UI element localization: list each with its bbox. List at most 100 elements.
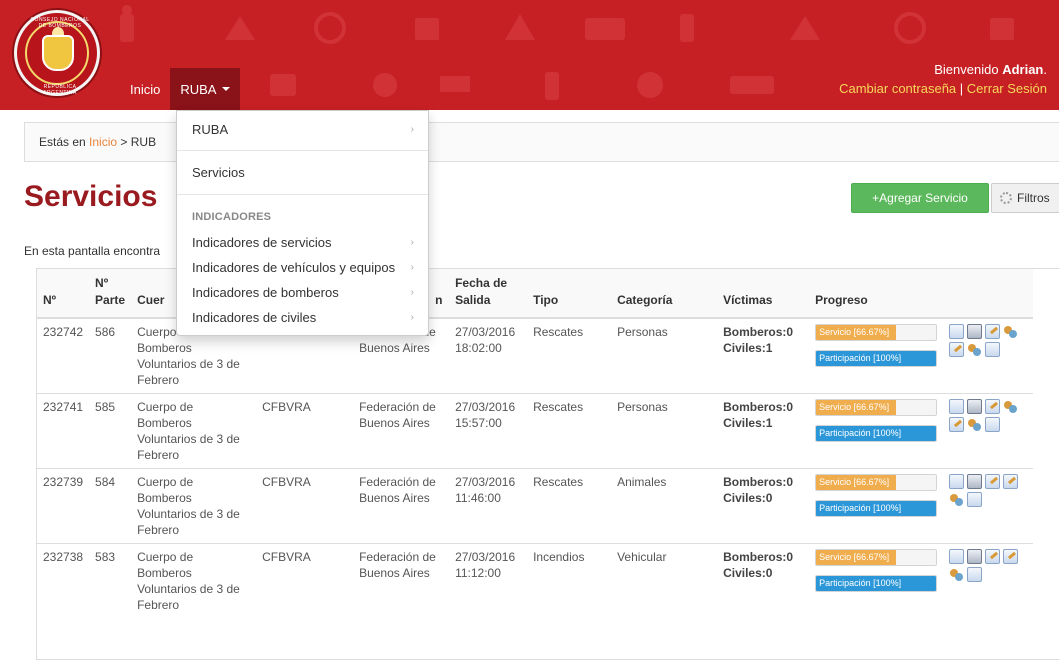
edit-report-icon[interactable] xyxy=(1003,474,1019,489)
participation-progress-fill: Participación [100%] xyxy=(816,501,937,516)
edit-icon[interactable] xyxy=(985,474,1001,489)
filters-button[interactable]: Filtros xyxy=(991,183,1059,213)
cell-parte: 586 xyxy=(89,317,132,394)
col-num[interactable]: Nº xyxy=(37,269,90,319)
cell-civiles: Civiles:0 xyxy=(723,566,773,580)
users-icon[interactable] xyxy=(1003,324,1018,339)
add-service-button[interactable]: +Agregar Servicio xyxy=(851,183,989,213)
chevron-right-icon: › xyxy=(410,237,414,248)
cell-victimas: Bomberos:0 Civiles:1 xyxy=(717,317,810,394)
menu-item-indicadores-civiles[interactable]: Indicadores de civiles › xyxy=(177,307,428,329)
edit-report-icon[interactable] xyxy=(949,342,965,357)
document-icon[interactable] xyxy=(967,567,983,582)
account-links: Cambiar contraseña | Cerrar Sesión xyxy=(839,81,1047,96)
menu-divider xyxy=(177,194,428,195)
cell-progreso: Servicio [66.67%] Participación [100%] xyxy=(809,317,944,394)
menu-item-label: Indicadores de bomberos xyxy=(192,285,339,300)
menu-item-servicios[interactable]: Servicios xyxy=(177,162,428,184)
logout-link[interactable]: Cerrar Sesión xyxy=(967,81,1047,96)
document-icon[interactable] xyxy=(967,492,983,507)
cell-parte: 584 xyxy=(89,468,132,544)
cell-categoria: Animales xyxy=(611,468,718,544)
cell-fecha: 27/03/2016 11:12:00 xyxy=(449,543,528,618)
participation-progress-fill: Participación [100%] xyxy=(816,351,937,366)
users-icon[interactable] xyxy=(1003,399,1018,414)
view-icon[interactable] xyxy=(949,474,965,489)
action-icons xyxy=(949,324,1021,357)
page-title: Servicios xyxy=(24,180,158,213)
logo-text-bottom: REPÚBLICA ARGENTINA xyxy=(43,84,77,96)
cell-categoria: Personas xyxy=(611,317,718,394)
document-icon[interactable] xyxy=(985,342,1001,357)
print-icon[interactable] xyxy=(967,549,983,564)
menu-item-indicadores-servicios[interactable]: Indicadores de servicios › xyxy=(177,232,428,254)
people-icon[interactable] xyxy=(967,417,982,432)
chevron-right-icon: › xyxy=(410,124,414,135)
nav-home[interactable]: Inicio xyxy=(124,68,166,110)
cell-civiles: Civiles:1 xyxy=(723,341,773,355)
print-icon[interactable] xyxy=(967,474,983,489)
col-parte[interactable]: Nº Parte xyxy=(89,269,132,319)
col-tipo[interactable]: Tipo xyxy=(527,269,612,319)
edit-report-icon[interactable] xyxy=(1003,549,1019,564)
view-icon[interactable] xyxy=(949,324,965,339)
col-victimas[interactable]: Víctimas xyxy=(717,269,810,319)
print-icon[interactable] xyxy=(967,399,983,414)
participation-progress-bar: Participación [100%] xyxy=(815,500,938,517)
service-progress-fill: Servicio [66.67%] xyxy=(816,475,897,490)
menu-item-label: Indicadores de civiles xyxy=(192,310,317,325)
people-icon[interactable] xyxy=(949,567,964,582)
cell-victimas: Bomberos:0 Civiles:0 xyxy=(717,468,810,544)
cell-fecha-time: 11:46:00 xyxy=(455,491,501,505)
view-icon[interactable] xyxy=(949,549,965,564)
participation-progress-fill: Participación [100%] xyxy=(816,576,937,591)
chevron-right-icon: › xyxy=(410,262,414,273)
cell-progreso: Servicio [66.67%] Participación [100%] xyxy=(809,468,944,544)
cell-fecha-date: 27/03/2016 xyxy=(455,400,516,414)
cell-parte: 583 xyxy=(89,543,132,618)
menu-item-ruba[interactable]: RUBA › xyxy=(177,119,428,141)
edit-icon[interactable] xyxy=(985,324,1001,339)
people-icon[interactable] xyxy=(967,342,982,357)
col-categoria[interactable]: Categoría xyxy=(611,269,718,319)
col-actions xyxy=(943,269,1034,319)
edit-icon[interactable] xyxy=(985,549,1001,564)
breadcrumb-current: RUB xyxy=(130,135,157,149)
col-progreso[interactable]: Progreso xyxy=(809,269,944,319)
document-icon[interactable] xyxy=(985,417,1001,432)
menu-item-indicadores-vehiculos[interactable]: Indicadores de vehículos y equipos › xyxy=(177,257,428,279)
menu-item-indicadores-bomberos[interactable]: Indicadores de bomberos › xyxy=(177,282,428,304)
people-icon[interactable] xyxy=(949,492,964,507)
cell-bomberos: Bomberos:0 xyxy=(723,475,794,489)
services-table-body: 232742 586 Cuerpo de Bomberos Voluntarios … xyxy=(37,317,1034,618)
breadcrumb-prefix: Estás en xyxy=(39,135,90,149)
breadcrumb-home[interactable]: Inicio xyxy=(89,135,117,149)
cell-fecha-time: 15:57:00 xyxy=(455,416,502,430)
edit-icon[interactable] xyxy=(985,399,1001,414)
cell-num: 232738 xyxy=(37,543,90,618)
print-icon[interactable] xyxy=(967,324,983,339)
cell-sigla: CFBVRA xyxy=(256,468,354,544)
nav-ruba[interactable]: RUBA xyxy=(170,68,241,110)
cell-actions xyxy=(943,543,1034,618)
cell-cuartel: Cuerpo de Bomberos Voluntarios de 3 de F… xyxy=(131,543,257,618)
logo[interactable]: CONSEJO NACIONAL DE BOMBEROS REPÚBLICA A… xyxy=(14,10,100,96)
cell-sigla: CFBVRA xyxy=(256,543,354,618)
col-fecha[interactable]: Fecha de Salida xyxy=(449,269,528,319)
edit-report-icon[interactable] xyxy=(949,417,965,432)
menu-item-label: Indicadores de vehículos y equipos xyxy=(192,260,396,275)
table-row[interactable]: 232739 584 Cuerpo de Bomberos Voluntarios … xyxy=(37,468,1034,544)
caret-down-icon xyxy=(222,87,231,91)
cell-fecha-time: 18:02:00 xyxy=(455,341,502,355)
menu-item-ruba-label: RUBA xyxy=(192,122,229,137)
cell-civiles: Civiles:1 xyxy=(723,416,773,430)
change-password-link[interactable]: Cambiar contraseña xyxy=(839,81,956,96)
action-icons xyxy=(949,549,1021,582)
cell-fecha-date: 27/03/2016 xyxy=(455,325,516,339)
table-row[interactable]: 232738 583 Cuerpo de Bomberos Voluntarios … xyxy=(37,543,1034,618)
view-icon[interactable] xyxy=(949,399,965,414)
cell-tipo: Rescates xyxy=(527,317,612,394)
cell-bomberos: Bomberos:0 xyxy=(723,550,794,564)
table-row[interactable]: 232741 585 Cuerpo de Bomberos Voluntarios … xyxy=(37,393,1034,469)
cell-categoria: Vehicular xyxy=(611,543,718,618)
